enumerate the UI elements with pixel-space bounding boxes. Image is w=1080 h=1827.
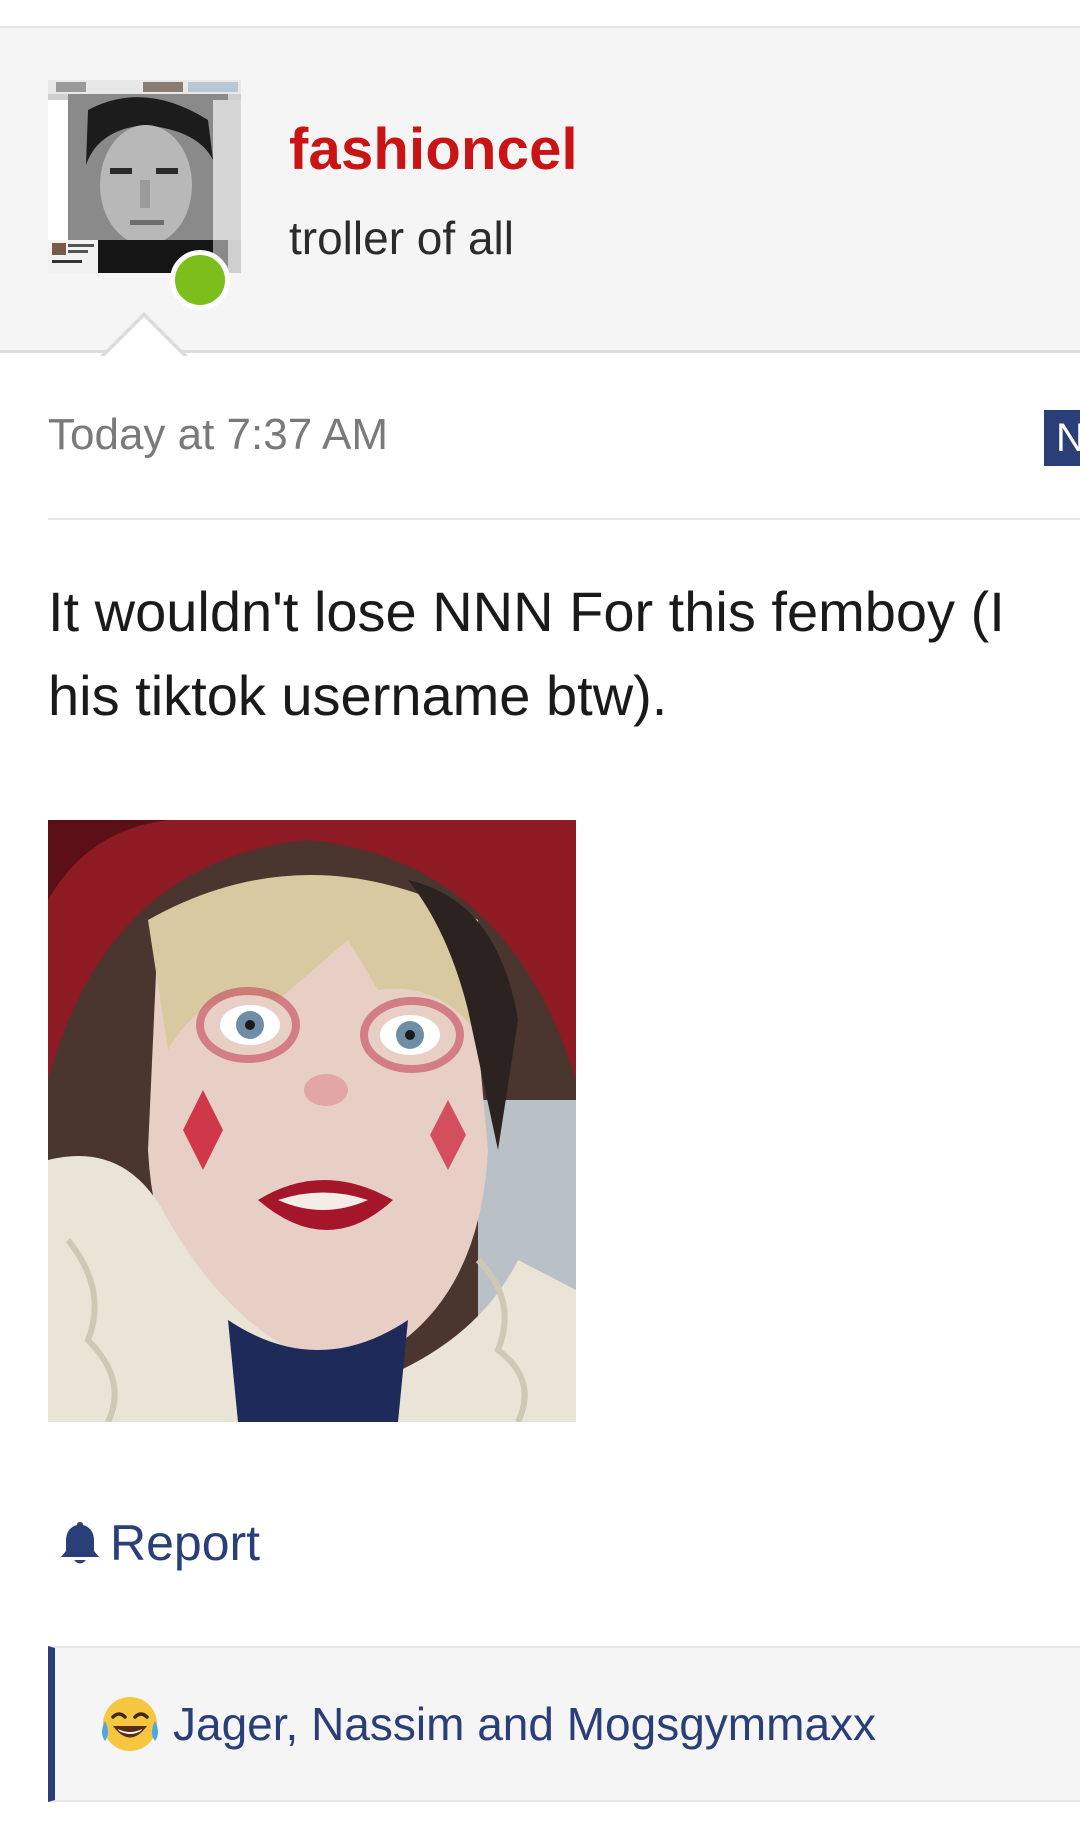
user-title: troller of all xyxy=(289,212,514,264)
post-attachment-image[interactable] xyxy=(48,820,576,1422)
report-label: Report xyxy=(110,1515,261,1571)
attachment-photo xyxy=(48,820,576,1422)
reaction-users-link[interactable]: Jager, Nassim and Mogsgymmaxx xyxy=(173,1697,876,1751)
top-divider xyxy=(0,0,1080,28)
post-user-header: fashioncel troller of all xyxy=(0,28,1080,353)
username-link[interactable]: fashioncel xyxy=(289,116,578,183)
report-button[interactable]: Report xyxy=(58,1514,260,1572)
post-body: It wouldn't lose NNN For this femboy (I … xyxy=(48,570,1080,738)
bell-icon xyxy=(61,1522,99,1564)
avatar-image xyxy=(48,80,241,273)
laughing-crying-face-icon xyxy=(102,1697,158,1751)
post-body-line-2: his tiktok username btw). xyxy=(48,664,668,727)
reactions-bar: Jager, Nassim and Mogsgymmaxx xyxy=(48,1646,1080,1802)
meta-divider xyxy=(48,518,1080,520)
header-caret-fill xyxy=(104,317,184,357)
post-body-line-1: It wouldn't lose NNN For this femboy (I xyxy=(48,580,1005,643)
post-timestamp[interactable]: Today at 7:37 AM xyxy=(48,410,388,460)
online-status-indicator xyxy=(170,250,230,310)
post-badge[interactable]: N xyxy=(1044,410,1080,466)
user-avatar[interactable] xyxy=(48,80,241,273)
